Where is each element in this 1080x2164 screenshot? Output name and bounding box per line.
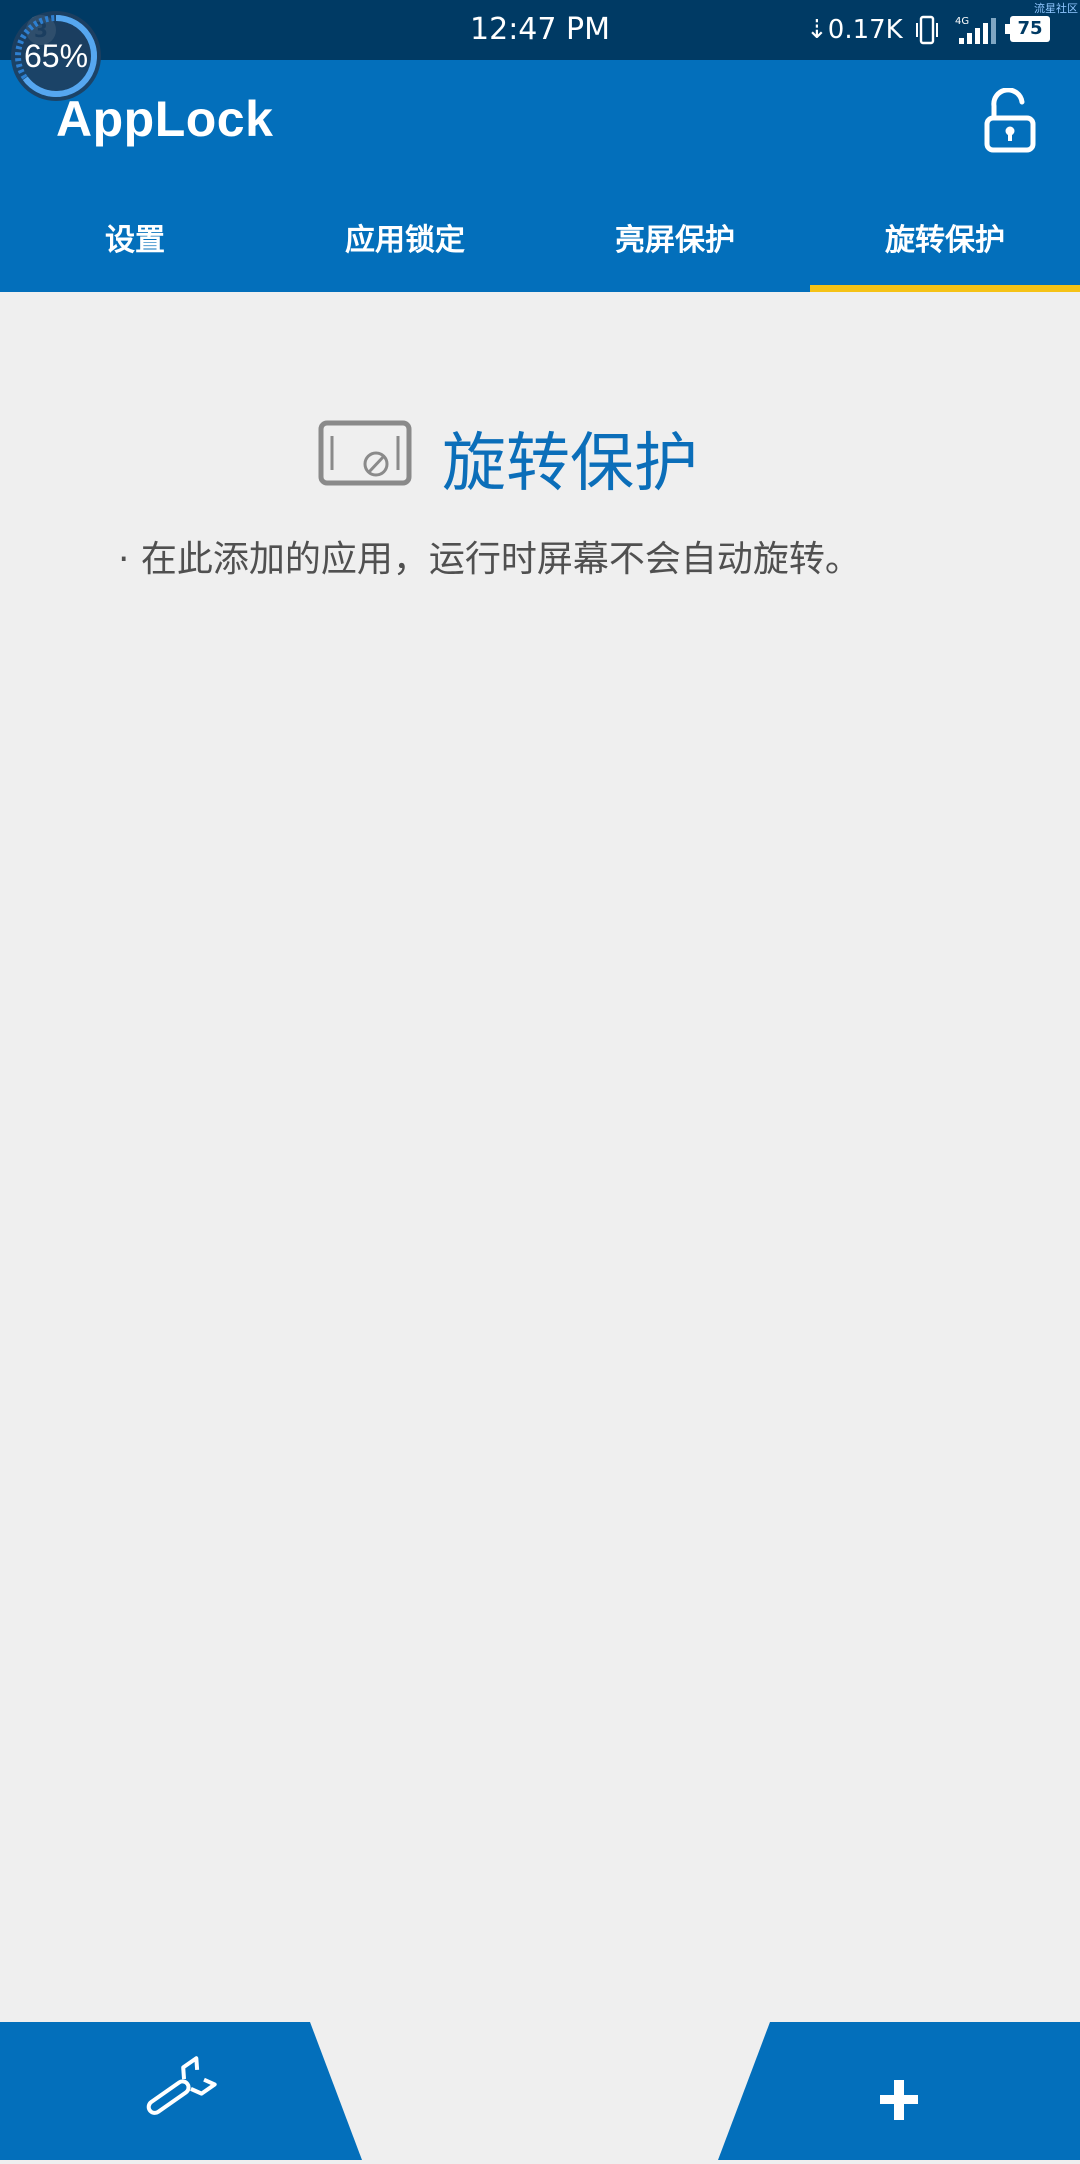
vibrate-icon	[916, 15, 938, 45]
page-heading: 旋转保护	[442, 427, 698, 501]
network-speed: ⇣0.17K	[806, 15, 903, 45]
tab-rotation-protection[interactable]: 旋转保护	[810, 210, 1080, 292]
app-bar: AppLock 设置 应用锁定 亮屏保护 旋转保护	[0, 60, 1080, 292]
tools-button[interactable]	[0, 2022, 362, 2164]
tab-screen-on-protection[interactable]: 亮屏保护	[540, 210, 810, 292]
network-type-label: 4G	[955, 16, 969, 27]
rotation-protection-header: 旋转保护	[0, 420, 1080, 501]
watermark-text: 流星社区	[1034, 2, 1078, 15]
landscape-rotation-lock-icon	[318, 420, 412, 486]
battery-level: 75	[1005, 16, 1050, 42]
ram-usage-gauge[interactable]: 65%	[10, 10, 102, 102]
add-app-button[interactable]	[718, 2022, 1080, 2164]
lock-toggle-button[interactable]	[980, 87, 1040, 154]
ram-usage-label: 65%	[23, 38, 89, 74]
tools-button-shape	[0, 2022, 362, 2160]
tab-settings[interactable]: 设置	[0, 210, 270, 292]
signal-icon: 4G	[955, 16, 996, 44]
tab-bar: 设置 应用锁定 亮屏保护 旋转保护	[0, 210, 1080, 292]
unlock-icon	[984, 87, 1036, 153]
tab-app-lock[interactable]: 应用锁定	[270, 210, 540, 292]
feature-description: · 在此添加的应用，运行时屏幕不会自动旋转。	[118, 539, 861, 580]
add-button-shape	[718, 2022, 1080, 2160]
status-bar: 3 12:47 PM ⇣0.17K 4G 75 流星社区	[0, 0, 1080, 60]
